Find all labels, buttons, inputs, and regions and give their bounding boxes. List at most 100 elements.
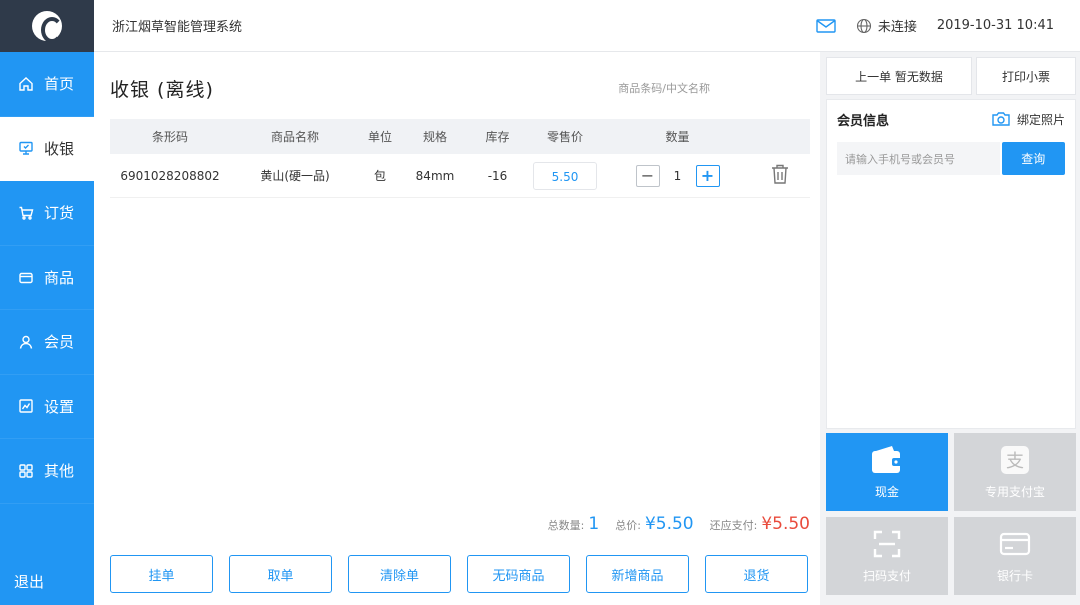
sidebar-item-label: 订货 (44, 204, 75, 223)
price-input[interactable]: 5.50 (533, 161, 597, 190)
wallet-icon (870, 445, 904, 475)
bind-photo-label: 绑定照片 (1016, 112, 1065, 127)
settings-icon (18, 398, 34, 414)
sidebar-item-cashier[interactable]: 收银 (0, 116, 94, 181)
previous-order-button[interactable]: 上一单 暂无数据 (826, 57, 972, 95)
column-header: 零售价 (546, 130, 583, 144)
scan-icon (870, 529, 904, 559)
scan-payment-button[interactable]: 扫码支付 (826, 517, 948, 595)
price-cell: 5.50 (525, 161, 605, 190)
column-header: 单位 (367, 130, 392, 144)
member-header: 会员信息 绑定照片 (827, 100, 1075, 138)
query-button[interactable]: 查询 (1001, 142, 1065, 175)
bank-card-icon (998, 529, 1032, 559)
total-count: 1 (588, 514, 600, 534)
home-icon (18, 76, 34, 92)
datetime: 2019-10-31 10:41 (936, 18, 1054, 33)
add-product-button[interactable]: 新增商品 (586, 555, 689, 593)
product-icon (18, 269, 34, 285)
spec-cell: 84mm (415, 168, 455, 183)
decrease-button[interactable]: − (635, 164, 660, 187)
column-header: 库存 (485, 130, 510, 144)
retrieve-order-button[interactable]: 取单 (229, 555, 332, 593)
quantity-value[interactable]: 1 (660, 169, 696, 183)
member-icon (18, 334, 34, 350)
sidebar: 首页 收银 订货 商品 会员 设置 其他 退出 (0, 0, 94, 605)
sidebar-item-label: 设置 (44, 397, 75, 416)
member-title: 会员信息 (837, 113, 890, 129)
member-search-input[interactable]: 请输入手机号或会员号 (837, 142, 1000, 175)
mail-icon[interactable] (816, 18, 836, 33)
sidebar-item-label: 商品 (44, 268, 75, 287)
no-barcode-item-button[interactable]: 无码商品 (467, 555, 570, 593)
main-panel: 收银 (离线) 商品条码/中文名称 条形码 商品名称 单位 规格 库存 零售价 … (94, 52, 820, 605)
return-button[interactable]: 退货 (705, 555, 808, 593)
sidebar-item-label: 会员 (44, 333, 75, 352)
column-header: 规格 (422, 130, 447, 144)
app-logo (0, 0, 94, 52)
app-root: 首页 收银 订货 商品 会员 设置 其他 退出 浙江烟草智能管理系统 未连接 2… (0, 0, 1080, 605)
cart-table: 条形码 商品名称 单位 规格 库存 零售价 数量 6901028208802 黄… (110, 119, 810, 198)
unit-cell: 包 (373, 169, 386, 183)
sidebar-item-order[interactable]: 订货 (0, 181, 94, 246)
member-search: 请输入手机号或会员号 查询 (827, 138, 1075, 179)
page-title: 收银 (离线) (110, 78, 214, 101)
barcode-cell: 6901028208802 (120, 168, 220, 183)
table-header: 条形码 商品名称 单位 规格 库存 零售价 数量 (110, 119, 810, 154)
payment-label: 专用支付宝 (984, 484, 1045, 499)
total-count-label: 总数量: (547, 519, 585, 532)
cash-payment-button[interactable]: 现金 (826, 433, 948, 511)
alipay-icon: 支 (998, 445, 1032, 475)
sidebar-item-settings[interactable]: 设置 (0, 375, 94, 439)
bank-card-payment-button[interactable]: 银行卡 (954, 517, 1076, 595)
delete-cell (750, 163, 810, 188)
globe-icon (856, 18, 872, 34)
amount-due: ¥5.50 (761, 514, 810, 534)
alipay-payment-button[interactable]: 支 专用支付宝 (954, 433, 1076, 511)
stock-cell: -16 (487, 168, 508, 183)
column-header: 条形码 (151, 130, 188, 144)
totals-bar: 总数量: 1 总价: ¥5.50 还应支付: ¥5.50 (548, 514, 810, 534)
payment-label: 扫码支付 (862, 568, 911, 583)
app-title: 浙江烟草智能管理系统 (112, 20, 243, 35)
total-price-label: 总价: (615, 519, 641, 532)
trash-icon[interactable] (769, 163, 791, 185)
action-bar: 挂单 取单 清除单 无码商品 新增商品 退货 (110, 555, 824, 593)
sidebar-item-products[interactable]: 商品 (0, 246, 94, 310)
sidebar-item-label: 收银 (44, 139, 75, 158)
sidebar-item-other[interactable]: 其他 (0, 439, 94, 504)
grid-icon (18, 463, 34, 479)
product-search-input[interactable]: 商品条码/中文名称 (618, 80, 710, 96)
connection-status: 未连接 (877, 20, 917, 35)
sidebar-item-label: 退出 (14, 572, 45, 591)
column-header: 商品名称 (270, 130, 319, 144)
sidebar-item-logout[interactable]: 退出 (0, 557, 94, 605)
top-bar: 浙江烟草智能管理系统 未连接 2019-10-31 10:41 (94, 0, 1080, 52)
print-receipt-button[interactable]: 打印小票 (976, 57, 1076, 95)
name-cell: 黄山(硬一品) (260, 169, 330, 183)
status-area: 未连接 2019-10-31 10:41 (816, 16, 1054, 35)
clear-order-button[interactable]: 清除单 (348, 555, 451, 593)
sidebar-item-members[interactable]: 会员 (0, 310, 94, 375)
sidebar-item-label: 首页 (44, 75, 75, 94)
main-header: 收银 (离线) 商品条码/中文名称 (94, 52, 820, 124)
right-top-buttons: 上一单 暂无数据 打印小票 (826, 57, 1076, 95)
cart-icon (18, 205, 34, 221)
svg-text:支: 支 (1006, 451, 1024, 472)
sidebar-item-home[interactable]: 首页 (0, 52, 94, 117)
payment-grid: 现金 支 专用支付宝 扫码支付 银行卡 (826, 433, 1076, 595)
amount-due-label: 还应支付: (709, 519, 758, 532)
increase-button[interactable]: + (695, 164, 720, 187)
sidebar-item-label: 其他 (44, 462, 75, 481)
camera-icon (991, 111, 1011, 127)
total-price: ¥5.50 (644, 514, 694, 534)
column-header: 数量 (665, 130, 690, 144)
logo-icon (32, 11, 63, 43)
payment-label: 现金 (874, 484, 899, 499)
member-panel: 会员信息 绑定照片 请输入手机号或会员号 查询 (826, 99, 1076, 429)
payment-label: 银行卡 (996, 568, 1033, 583)
bind-photo-button[interactable]: 绑定照片 (991, 111, 1065, 128)
table-row[interactable]: 6901028208802 黄山(硬一品) 包 84mm -16 5.50 − … (110, 154, 810, 198)
hold-order-button[interactable]: 挂单 (110, 555, 213, 593)
cashier-icon (18, 140, 34, 156)
